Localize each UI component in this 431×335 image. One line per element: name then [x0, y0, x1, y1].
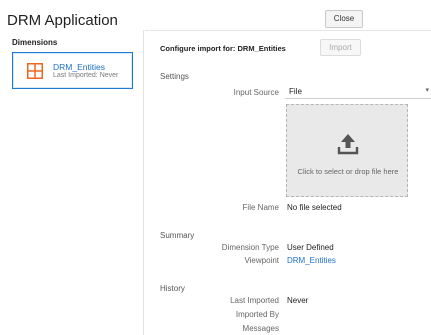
dimension-last-imported: Last Imported: Never: [53, 72, 119, 79]
history-heading: History: [160, 284, 185, 293]
file-name-label: File Name: [242, 203, 279, 212]
last-imported-value: Never: [287, 296, 309, 305]
input-source-value: File: [289, 87, 302, 96]
summary-heading: Summary: [160, 231, 195, 240]
header-divider: [145, 30, 431, 31]
input-source-label: Input Source: [233, 88, 279, 97]
dimension-card-drm-entities[interactable]: DRM_Entities Last Imported: Never: [12, 52, 133, 89]
dropzone-text: Click to select or drop file here: [297, 167, 399, 176]
app-title: DRM Application: [7, 12, 118, 29]
dimensions-heading: Dimensions: [12, 38, 58, 47]
messages-label: Messages: [242, 324, 279, 333]
dimension-type-label: Dimension Type: [221, 243, 279, 252]
chevron-down-icon: ▾: [425, 87, 429, 94]
imported-by-label: Imported By: [235, 310, 279, 319]
file-dropzone[interactable]: Click to select or drop file here: [286, 104, 408, 197]
configure-import-title: Configure import for: DRM_Entities: [160, 44, 286, 53]
input-source-select[interactable]: File ▾: [285, 84, 431, 99]
last-imported-label: Last Imported: [230, 296, 279, 305]
import-button[interactable]: Import: [320, 39, 361, 56]
dimension-type-value: User Defined: [287, 243, 334, 252]
close-button[interactable]: Close: [325, 10, 363, 28]
viewpoint-label: Viewpoint: [244, 256, 279, 265]
file-name-value: No file selected: [287, 203, 342, 212]
grid-icon: [27, 63, 43, 79]
settings-heading: Settings: [160, 72, 189, 81]
upload-icon: [337, 134, 359, 155]
viewpoint-link[interactable]: DRM_Entities: [287, 256, 336, 265]
dimension-name: DRM_Entities: [53, 62, 105, 72]
